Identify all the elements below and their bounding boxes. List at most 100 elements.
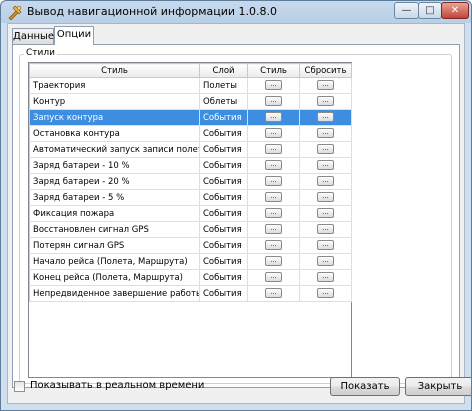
show-button[interactable]: Показать [330,377,400,396]
edit-style-button[interactable]: ... [265,176,282,187]
row-layer[interactable]: События [199,253,248,270]
edit-style-button[interactable]: ... [265,160,282,171]
table-row[interactable]: Восстановлен сигнал GPS События...... [29,221,352,238]
row-style-name[interactable]: Фиксация пожара [29,205,200,222]
close-window-button[interactable]: ✕ [441,2,469,19]
row-style-name[interactable]: Контур [29,93,200,110]
table-row[interactable]: Заряд батареи - 10 % События...... [29,157,352,174]
column-header-style-name[interactable]: Стиль [29,63,200,78]
realtime-checkbox[interactable] [14,381,25,392]
reset-style-button[interactable]: ... [317,272,334,283]
reset-style-button[interactable]: ... [317,192,334,203]
reset-style-button[interactable]: ... [317,96,334,107]
reset-style-button[interactable]: ... [317,80,334,91]
options-tab-page: Стили Стиль Слой Стиль Сбросить Траектор… [12,44,460,388]
row-layer[interactable]: События [199,285,248,302]
reset-style-button[interactable]: ... [317,224,334,235]
edit-style-button[interactable]: ... [265,144,282,155]
edit-style-button[interactable]: ... [265,288,282,299]
edit-style-button[interactable]: ... [265,192,282,203]
table-row[interactable]: Траектория Полеты...... [29,77,352,94]
reset-style-button[interactable]: ... [317,240,334,251]
row-layer[interactable]: Облеты [199,93,248,110]
edit-style-button[interactable]: ... [265,208,282,219]
column-header-style[interactable]: Стиль [247,63,300,78]
table-row[interactable]: Фиксация пожара События...... [29,205,352,222]
row-style-name[interactable]: Начало рейса (Полета, Маршрута) [29,253,200,270]
row-style-cell: ... [247,269,300,286]
edit-style-button[interactable]: ... [265,112,282,123]
row-layer[interactable]: События [199,173,248,190]
edit-style-button[interactable]: ... [265,224,282,235]
table-row[interactable]: Контур Облеты...... [29,93,352,110]
row-layer[interactable]: События [199,157,248,174]
row-layer[interactable]: События [199,141,248,158]
reset-style-button[interactable]: ... [317,160,334,171]
row-style-cell: ... [247,189,300,206]
edit-style-button[interactable]: ... [265,128,282,139]
row-style-cell: ... [247,157,300,174]
table-row[interactable]: Остановка контура События...... [29,125,352,142]
table-row[interactable]: Заряд батареи - 5 % События...... [29,189,352,206]
row-style-name[interactable]: Запуск контура [29,109,200,126]
close-button[interactable]: Закрыть [405,377,471,396]
edit-style-button[interactable]: ... [265,240,282,251]
reset-style-button[interactable]: ... [317,208,334,219]
reset-style-button[interactable]: ... [317,128,334,139]
reset-style-button[interactable]: ... [317,288,334,299]
row-reset-cell: ... [299,109,352,126]
row-layer[interactable]: Полеты [199,77,248,94]
row-layer[interactable]: События [199,205,248,222]
styles-grid: Стиль Слой Стиль Сбросить Траектория Поле… [29,63,352,302]
row-style-name[interactable]: Конец рейса (Полета, Маршрута) [29,269,200,286]
row-layer[interactable]: События [199,125,248,142]
row-style-name[interactable]: Непредвиденное завершение работы [29,285,200,302]
row-reset-cell: ... [299,173,352,190]
row-style-name[interactable]: Потерян сигнал GPS [29,237,200,254]
tab-options[interactable]: Опции [54,26,94,45]
table-row[interactable]: Конец рейса (Полета, Маршрута) События...… [29,269,352,286]
row-style-cell: ... [247,141,300,158]
row-style-name[interactable]: Остановка контура [29,125,200,142]
table-row[interactable]: Автоматический запуск записи полета Событ… [29,141,352,158]
table-row[interactable]: Потерян сигнал GPS События...... [29,237,352,254]
row-layer[interactable]: События [199,237,248,254]
table-row[interactable]: Начало рейса (Полета, Маршрута) События..… [29,253,352,270]
tab-data[interactable]: Данные [12,28,54,45]
row-style-name[interactable]: Заряд батареи - 10 % [29,157,200,174]
window-title: Вывод навигационной информации 1.0.8.0 [27,5,278,18]
realtime-checkbox-label[interactable]: Показывать в реальном времени [30,380,204,391]
row-style-cell: ... [247,285,300,302]
edit-style-button[interactable]: ... [265,256,282,267]
row-style-cell: ... [247,173,300,190]
column-header-layer[interactable]: Слой [199,63,248,78]
row-style-name[interactable]: Заряд батареи - 5 % [29,189,200,206]
table-row[interactable]: Заряд батареи - 20 % События...... [29,173,352,190]
row-layer[interactable]: События [199,189,248,206]
table-row[interactable]: Запуск контура События...... [29,109,352,126]
row-layer[interactable]: События [199,109,248,126]
row-reset-cell: ... [299,125,352,142]
row-layer[interactable]: События [199,221,248,238]
row-style-cell: ... [247,237,300,254]
reset-style-button[interactable]: ... [317,144,334,155]
edit-style-button[interactable]: ... [265,80,282,91]
minimize-button[interactable]: — [394,2,419,19]
row-reset-cell: ... [299,237,352,254]
row-layer[interactable]: События [199,269,248,286]
maximize-button[interactable]: □ [418,2,442,19]
row-reset-cell: ... [299,157,352,174]
reset-style-button[interactable]: ... [317,112,334,123]
row-style-name[interactable]: Заряд батареи - 20 % [29,173,200,190]
table-row[interactable]: Непредвиденное завершение работы События.… [29,285,352,302]
reset-style-button[interactable]: ... [317,176,334,187]
row-style-name[interactable]: Автоматический запуск записи полета [29,141,200,158]
column-header-reset[interactable]: Сбросить [299,63,352,78]
row-reset-cell: ... [299,77,352,94]
edit-style-button[interactable]: ... [265,96,282,107]
row-style-name[interactable]: Траектория [29,77,200,94]
row-style-name[interactable]: Восстановлен сигнал GPS [29,221,200,238]
title-bar[interactable]: Вывод навигационной информации 1.0.8.0 —… [1,1,471,22]
reset-style-button[interactable]: ... [317,256,334,267]
edit-style-button[interactable]: ... [265,272,282,283]
